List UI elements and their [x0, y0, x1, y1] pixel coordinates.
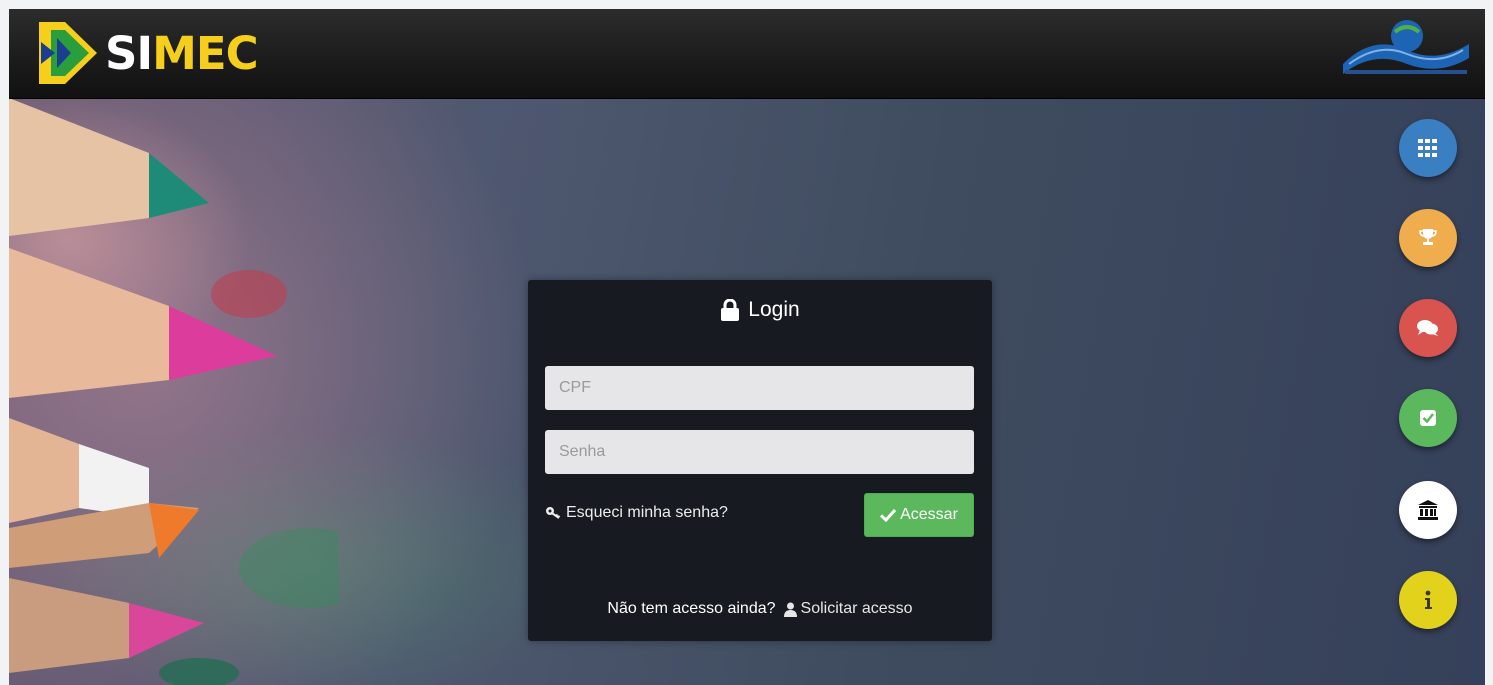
- no-access-text: Não tem acesso ainda?: [607, 600, 776, 617]
- lock-icon: [721, 299, 740, 321]
- chat-button[interactable]: [1399, 299, 1457, 357]
- chat-icon: [1417, 320, 1438, 336]
- simec-brand[interactable]: SIMEC: [37, 15, 259, 91]
- simec-wordmark: SIMEC: [105, 26, 259, 80]
- institution-icon: [1418, 500, 1438, 520]
- forgot-password-link[interactable]: Esqueci minha senha?: [545, 504, 728, 522]
- info-icon: [1425, 590, 1432, 609]
- user-icon: [783, 602, 797, 617]
- login-panel: Login Esqueci minha senha? Acessar Não t…: [528, 280, 992, 641]
- grid-icon: [1418, 139, 1437, 157]
- trophy-icon: [1419, 229, 1437, 245]
- brand-text-yellow: MEC: [152, 26, 259, 80]
- login-heading: Login: [528, 298, 992, 322]
- request-access-link[interactable]: Solicitar acesso: [783, 600, 913, 618]
- forgot-password-label: Esqueci minha senha?: [566, 504, 728, 521]
- senha-input[interactable]: [545, 430, 974, 474]
- grid-button[interactable]: [1399, 119, 1457, 177]
- colored-pencils-image: [9, 98, 339, 685]
- app-window: SIMEC Login CPF Esqueci minha senha? Ace…: [9, 9, 1485, 685]
- trophy-button[interactable]: [1399, 209, 1457, 267]
- checkbox-icon: [1420, 410, 1436, 426]
- request-access-row: Não tem acesso ainda? Solicitar acesso: [528, 600, 992, 618]
- brasil-governo-federal-logo-icon: [1343, 20, 1469, 74]
- check-icon: [880, 508, 897, 522]
- key-icon: [546, 507, 561, 519]
- info-button[interactable]: [1399, 571, 1457, 629]
- login-title: Login: [748, 298, 800, 321]
- brand-text-white: SI: [105, 26, 153, 80]
- cpf-input[interactable]: [545, 366, 974, 410]
- institution-button[interactable]: [1399, 481, 1457, 539]
- request-access-label: Solicitar acesso: [800, 600, 913, 617]
- simec-flag-logo-icon: [39, 22, 97, 84]
- top-navbar: SIMEC: [9, 9, 1485, 99]
- tasks-button[interactable]: [1399, 389, 1457, 447]
- acessar-button[interactable]: Acessar: [864, 493, 974, 537]
- acessar-label: Acessar: [900, 506, 958, 523]
